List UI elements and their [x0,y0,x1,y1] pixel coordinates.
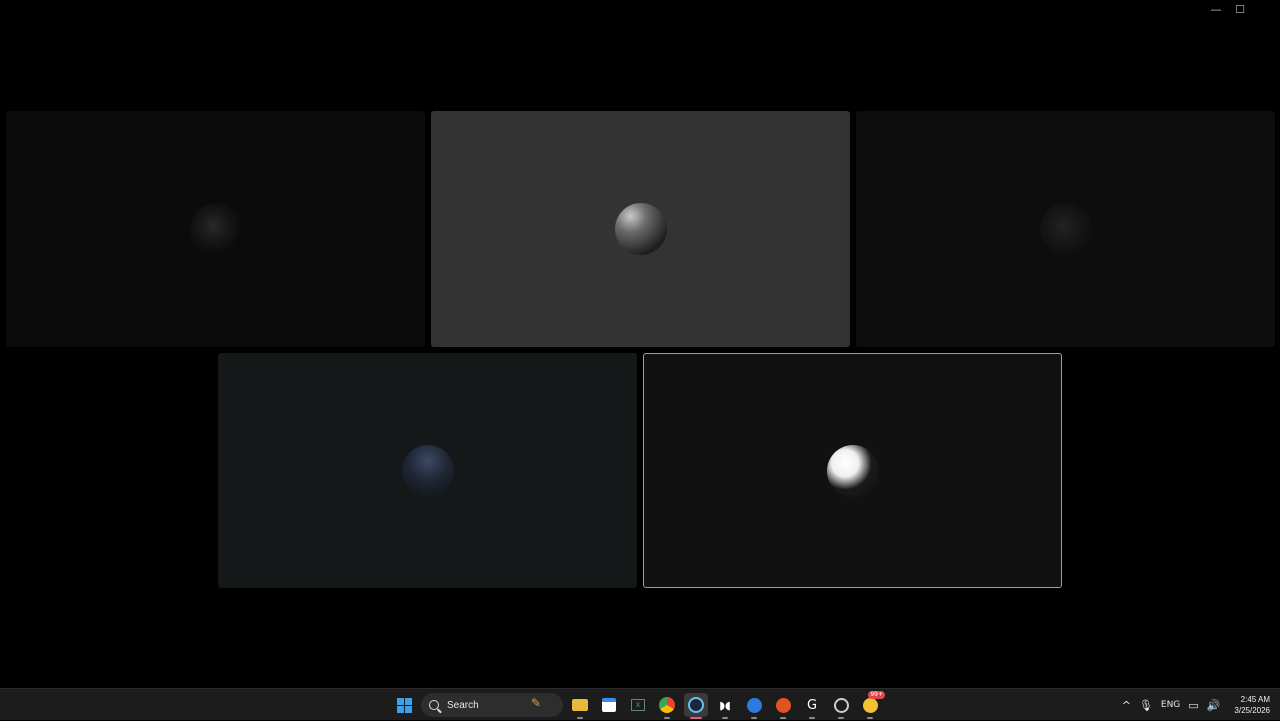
file-explorer-button[interactable] [568,693,592,719]
knight-avatar [189,203,242,255]
notification-badge: 99+ [868,691,885,699]
maximize-button[interactable]: ☐ [1230,2,1250,16]
clock-time: 2:45 AM [1240,695,1270,704]
excel-icon: x [631,699,645,711]
sword-knight-avatar [614,203,667,255]
clock-date: 3/25/2026 [1234,706,1270,715]
white-bust-avatar [826,444,879,497]
ubisoft-button[interactable] [829,693,853,719]
windows-icon [396,697,412,713]
file-explorer-icon [572,699,588,711]
account-tile-2[interactable] [431,111,850,347]
close-button[interactable] [1254,2,1274,16]
excel-button[interactable]: x [626,693,650,717]
chrome-icon [659,697,675,713]
chrome-button[interactable] [655,693,679,719]
copilot-icon [746,697,762,713]
minimize-button[interactable]: — [1206,2,1226,16]
language-indicator[interactable]: ENG [1161,700,1180,710]
steam-icon [688,697,704,713]
search-icon [429,700,439,710]
game-launcher-icon [775,697,791,713]
taskbar: Search ✎ x ◗◖ G 99+ ^ 🎙 ENG ▭ 🔊 2:45 AM … [0,688,1280,720]
account-tile-5-selected[interactable] [643,353,1062,588]
game-launcher-button[interactable] [771,693,795,719]
volume-icon[interactable]: 🔊 [1207,699,1221,712]
app-window: — ☐ [0,0,1280,688]
start-button[interactable] [392,693,416,717]
microphone-icon[interactable]: 🎙 [1139,699,1153,712]
account-tile-3[interactable] [856,111,1275,347]
microsoft-store-icon [602,698,616,712]
hooded-avatar [1039,203,1092,255]
network-icon[interactable]: ▭ [1188,699,1198,712]
steam-button[interactable] [684,693,708,719]
app-icon: ◗◖ [719,698,731,712]
app-button[interactable]: ◗◖ [713,693,737,719]
system-tray: ^ 🎙 ENG ▭ 🔊 2:45 AM 3/25/2026 [1122,689,1280,721]
account-tile-1[interactable] [6,111,425,347]
taskbar-apps: Search ✎ x ◗◖ G 99+ [392,689,885,721]
copilot-button[interactable] [742,693,766,719]
microsoft-store-button[interactable] [597,693,621,717]
ubisoft-icon [833,697,849,713]
search-placeholder: Search [447,699,479,711]
taskbar-search[interactable]: Search ✎ [421,693,563,717]
chevron-up-icon[interactable]: ^ [1122,699,1131,712]
search-highlight-icon: ✎ [531,696,542,710]
account-tile-4[interactable] [218,353,637,588]
logitech-button[interactable]: G [800,693,824,719]
notification-app-icon [862,697,878,713]
logitech-icon: G [806,697,818,713]
window-controls: — ☐ [1206,2,1274,16]
clock[interactable]: 2:45 AM 3/25/2026 [1234,694,1270,716]
blue-knight-avatar [401,444,454,497]
notification-app-button[interactable]: 99+ [858,691,885,719]
